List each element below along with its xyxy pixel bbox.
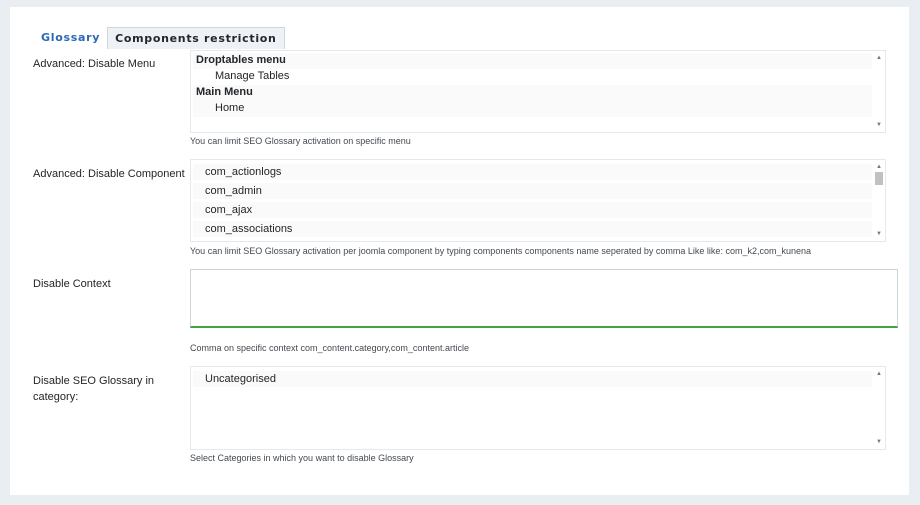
disable-context-help: Comma on specific context com_content.ca… [190,343,469,353]
tab-bar: Glossary Components restriction [34,27,285,49]
list-item-bg [193,371,872,387]
tab-components-restriction[interactable]: Components restriction [107,27,285,49]
list-item-bg [193,85,872,101]
scroll-up-arrow-icon[interactable]: ▲ [876,164,882,170]
scroll-up-arrow-icon[interactable]: ▲ [876,371,882,377]
disable-context-label: Disable Context [33,278,111,290]
list-item[interactable]: com_admin [205,185,262,197]
disable-menu-select[interactable]: Droptables menu Manage Tables Main Menu … [190,50,886,133]
disable-category-select[interactable]: Uncategorised ▲ ▼ [190,366,886,450]
disable-context-textarea[interactable] [190,269,898,328]
list-item[interactable]: Manage Tables [215,70,289,82]
scroll-down-arrow-icon[interactable]: ▼ [876,231,882,237]
scroll-up-arrow-icon[interactable]: ▲ [876,55,882,61]
disable-category-label-line1: Disable SEO Glossary in [33,375,155,387]
tab-glossary[interactable]: Glossary [34,27,107,49]
option-group[interactable]: Droptables menu [196,54,286,66]
list-item-bg [193,183,872,199]
disable-category-label-line2: category: [33,391,79,403]
list-item-bg [193,53,872,69]
scroll-down-arrow-icon[interactable]: ▼ [876,122,882,128]
disable-component-label: Advanced: Disable Component [33,168,185,180]
list-item-bg [193,164,872,180]
list-item[interactable]: Uncategorised [205,373,276,385]
scroll-down-arrow-icon[interactable]: ▼ [876,439,882,445]
list-item[interactable]: Home [215,102,244,114]
list-item-bg [193,202,872,218]
scrollbar-thumb[interactable] [875,172,883,185]
list-item-bg [193,221,872,237]
disable-category-help: Select Categories in which you want to d… [190,453,414,463]
disable-menu-help: You can limit SEO Glossary activation on… [190,136,411,146]
scrollbar[interactable]: ▲ ▼ [873,51,885,132]
disable-category-label: Disable SEO Glossary in category: [33,373,154,405]
disable-component-help: You can limit SEO Glossary activation pe… [190,246,811,256]
disable-menu-label: Advanced: Disable Menu [33,58,156,70]
scrollbar[interactable]: ▲ ▼ [873,160,885,241]
list-item[interactable]: com_associations [205,223,292,235]
scrollbar[interactable]: ▲ ▼ [873,367,885,449]
option-group[interactable]: Main Menu [196,86,253,98]
component-restriction-panel: Glossary Components restriction Advanced… [10,7,909,495]
list-item-bg [193,101,872,117]
list-item[interactable]: com_actionlogs [205,166,281,178]
list-item[interactable]: com_ajax [205,204,252,216]
disable-component-select[interactable]: com_actionlogs com_admin com_ajax com_as… [190,159,886,242]
